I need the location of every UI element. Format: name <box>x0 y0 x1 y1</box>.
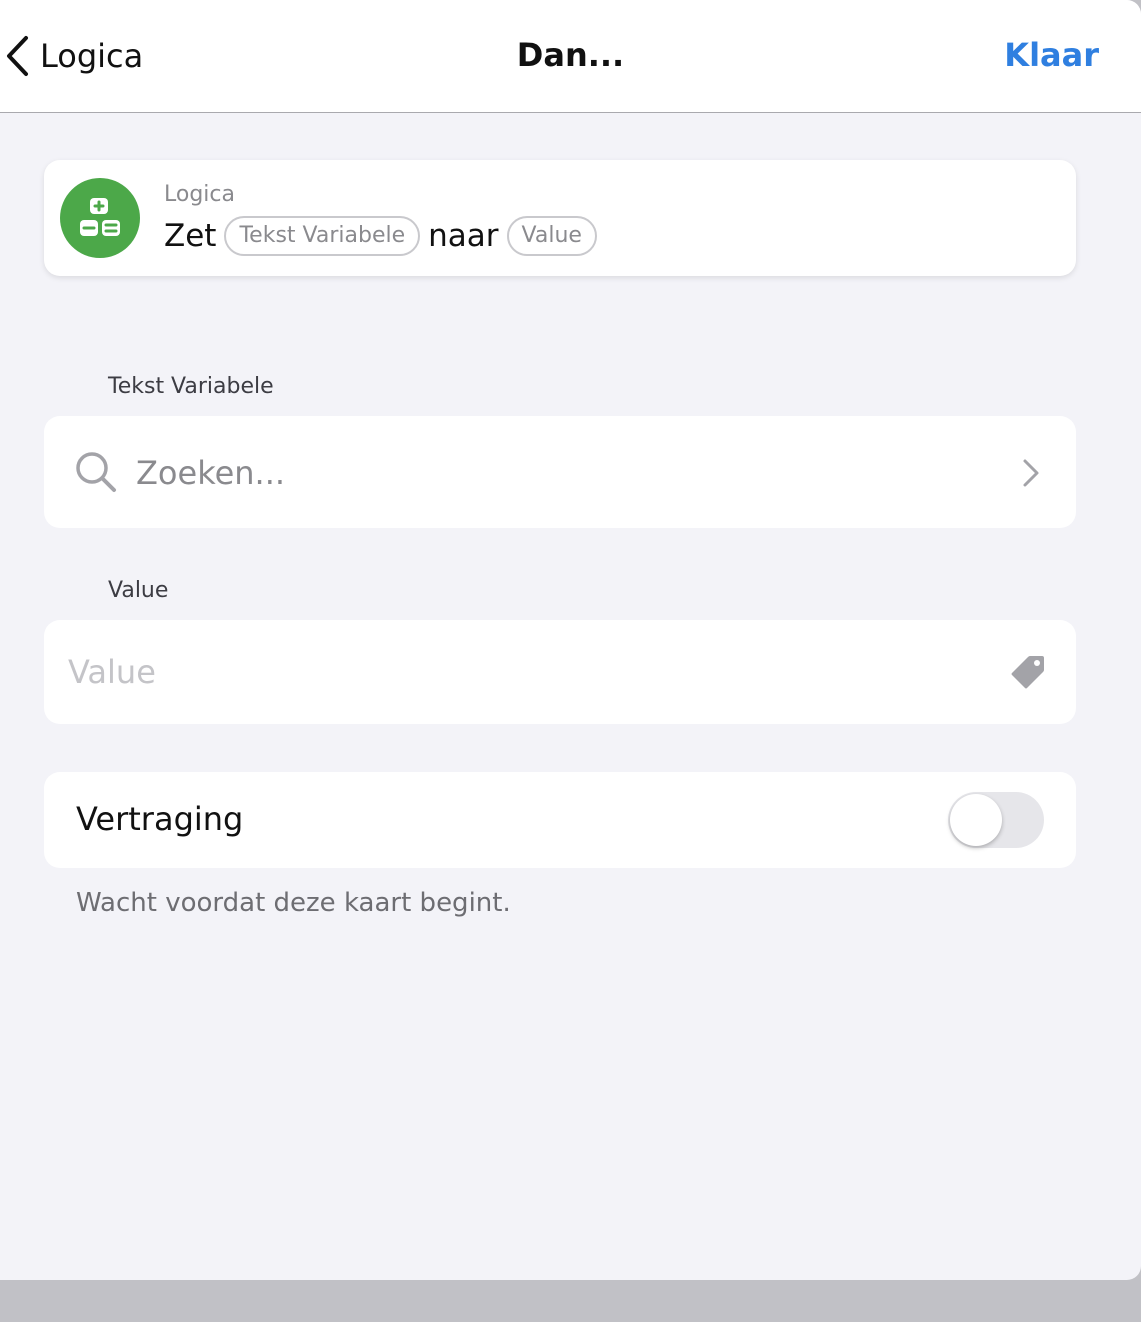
page-title: Dan... <box>516 36 625 74</box>
chevron-right-icon <box>1023 459 1039 487</box>
variable-search-field[interactable]: Zoeken... <box>44 416 1076 528</box>
calculator-icon <box>60 178 140 258</box>
action-category: Logica <box>164 182 235 207</box>
search-icon <box>76 452 116 492</box>
value-input[interactable] <box>68 648 968 696</box>
navigation-bar: Logica Dan... Klaar <box>0 0 1141 113</box>
action-sentence: Zet Tekst Variabele naar Value <box>164 216 605 256</box>
search-placeholder: Zoeken... <box>136 454 286 492</box>
value-section-label: Value <box>108 578 169 603</box>
delay-toggle[interactable] <box>948 792 1044 848</box>
value-token[interactable]: Value <box>506 216 597 256</box>
modal-sheet: Logica Dan... Klaar Logica Zet Tekst Var… <box>0 0 1141 1280</box>
toggle-knob <box>950 794 1002 846</box>
delay-label: Vertraging <box>76 800 244 838</box>
action-summary-card: Logica Zet Tekst Variabele naar Value <box>44 160 1076 276</box>
sentence-word-set: Zet <box>164 218 217 254</box>
variable-section-label: Tekst Variabele <box>108 374 274 399</box>
tag-icon[interactable] <box>1010 654 1046 690</box>
delay-row: Vertraging <box>44 772 1076 868</box>
value-row <box>44 620 1076 724</box>
done-button[interactable]: Klaar <box>1004 36 1099 74</box>
delay-description: Wacht voordat deze kaart begint. <box>76 888 511 918</box>
sentence-word-to: naar <box>428 218 499 254</box>
variable-token[interactable]: Tekst Variabele <box>224 216 421 256</box>
